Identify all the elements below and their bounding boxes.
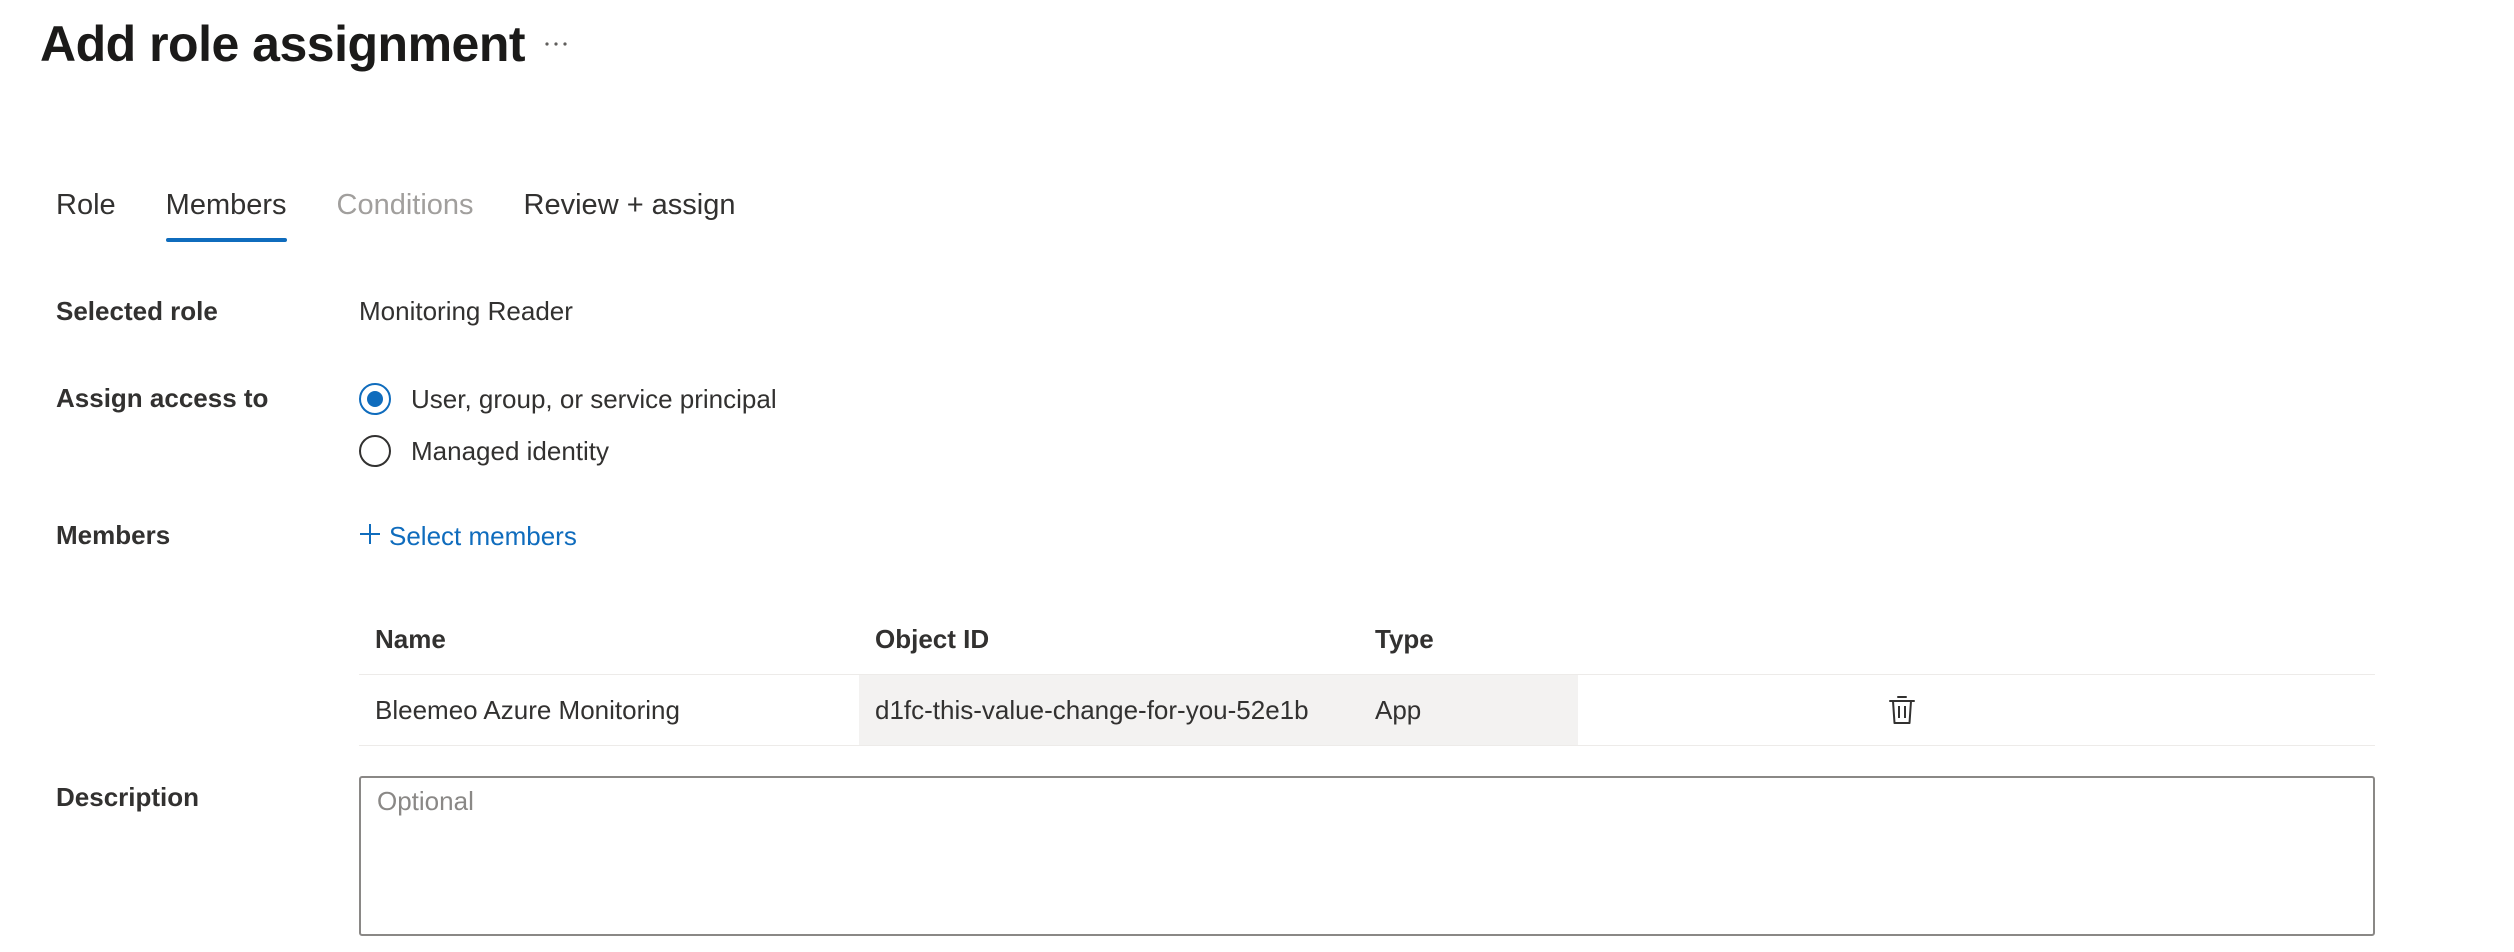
- member-type-cell: App: [1359, 675, 1578, 745]
- assign-access-label: Assign access to: [56, 383, 269, 413]
- plus-icon: [360, 524, 380, 544]
- column-header-name: Name: [375, 623, 446, 654]
- radio-managed-identity[interactable]: Managed identity: [359, 431, 609, 471]
- tab-conditions: Conditions: [336, 189, 474, 221]
- column-header-type: Type: [1375, 623, 1434, 654]
- select-members-button[interactable]: Select members: [359, 516, 577, 556]
- description-label: Description: [56, 782, 200, 812]
- tab-members[interactable]: Members: [165, 180, 287, 244]
- table-header: Name Object ID Type: [359, 604, 2375, 675]
- members-table: Name Object ID Type Bleemeo Azure Monito…: [359, 604, 2375, 746]
- trash-icon: [1889, 696, 1915, 724]
- table-row: Bleemeo Azure Monitoring d1fc-this-value…: [359, 675, 2375, 746]
- more-horizontal-icon: [545, 42, 567, 46]
- wizard-tabs: Role Members Conditions Review + assign: [56, 180, 786, 244]
- remove-member-button[interactable]: [1872, 675, 1932, 745]
- radio-user-group-service-principal[interactable]: User, group, or service principal: [359, 379, 777, 419]
- tab-role[interactable]: Role: [56, 180, 116, 244]
- member-object-id-cell: d1fc-this-value-change-for-you-52e1b: [859, 675, 1359, 745]
- selected-role-label: Selected role: [56, 296, 218, 326]
- selected-role-value: Monitoring Reader: [359, 296, 573, 326]
- radio-label-user-group: User, group, or service principal: [411, 383, 777, 414]
- description-textarea[interactable]: [359, 776, 2375, 936]
- member-name-cell: Bleemeo Azure Monitoring: [375, 694, 680, 725]
- members-label: Members: [56, 520, 171, 550]
- radio-label-managed-identity: Managed identity: [411, 435, 610, 466]
- select-members-label: Select members: [389, 520, 577, 551]
- more-options-button[interactable]: [536, 24, 576, 64]
- add-role-assignment-page: Add role assignment Role Members Conditi…: [0, 0, 2514, 952]
- column-header-object-id: Object ID: [875, 623, 990, 654]
- tab-review-assign[interactable]: Review + assign: [524, 180, 736, 244]
- page-title: Add role assignment: [40, 16, 526, 72]
- radio-button-checked[interactable]: [359, 383, 391, 415]
- radio-button-unchecked[interactable]: [359, 435, 391, 467]
